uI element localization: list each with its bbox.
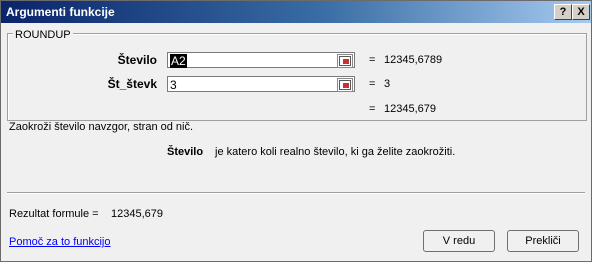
- arg-label-number: Število: [117, 53, 157, 67]
- arg-input-digits[interactable]: 3: [167, 76, 355, 92]
- arg-description-text: je katero koli realno število, ki ga žel…: [215, 146, 456, 158]
- help-icon-button[interactable]: ?: [554, 4, 572, 20]
- dialog-title: Argumenti funkcije: [6, 5, 115, 19]
- function-result-equals: =: [369, 103, 376, 115]
- help-link[interactable]: Pomoč za to funkcijo: [9, 236, 111, 248]
- title-bar[interactable]: Argumenti funkcije ? X: [1, 1, 591, 23]
- arg-input-number-value: A2: [170, 54, 187, 68]
- arg-description-name: Število: [167, 146, 204, 158]
- arg-label-digits: Št_števk: [107, 77, 157, 91]
- formula-result-value: 12345,679: [111, 208, 163, 220]
- arg-equals: =: [369, 78, 376, 90]
- arg-equals: =: [369, 54, 376, 66]
- function-description: Zaokroži število navzgor, stran od nič.: [9, 121, 194, 133]
- arg-input-number[interactable]: A2: [167, 52, 355, 68]
- function-result-value: 12345,679: [384, 103, 436, 115]
- close-button[interactable]: X: [572, 4, 590, 20]
- range-select-icon[interactable]: [337, 78, 353, 92]
- function-name: ROUNDUP: [13, 29, 73, 41]
- arg-result-number: 12345,6789: [384, 54, 443, 66]
- cancel-button[interactable]: Prekliči: [507, 230, 579, 252]
- separator: [7, 192, 585, 194]
- ok-button[interactable]: V redu: [423, 230, 495, 252]
- arg-result-digits: 3: [384, 78, 391, 90]
- range-select-icon[interactable]: [337, 54, 353, 68]
- function-arguments-dialog: Argumenti funkcije ? X ROUNDUP Število A…: [0, 0, 592, 262]
- formula-result-label: Rezultat formule =: [9, 208, 99, 220]
- arg-input-digits-value: 3: [170, 78, 177, 92]
